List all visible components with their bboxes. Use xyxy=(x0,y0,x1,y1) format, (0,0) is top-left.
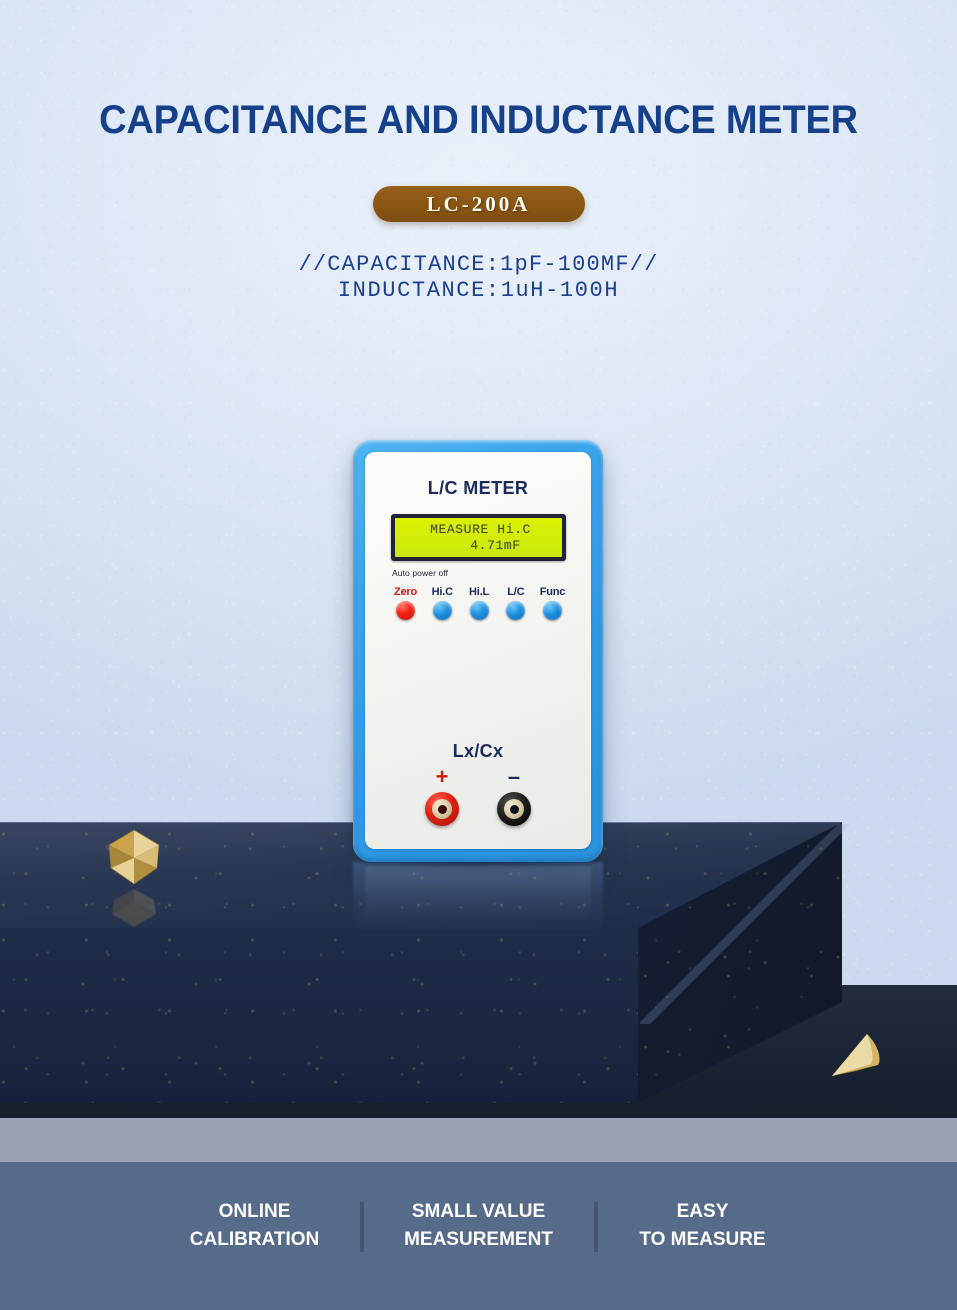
button-zero[interactable]: Zero xyxy=(389,586,422,638)
feature-list: ONLINE CALIBRATION SMALL VALUE MEASUREME… xyxy=(0,1198,957,1254)
button-hi-c-cap[interactable] xyxy=(432,601,452,620)
button-row: Zero Hi.C Hi.L L/C Func xyxy=(389,586,569,638)
button-func[interactable]: Func xyxy=(536,586,569,638)
terminal-polarity-row: + – xyxy=(365,764,591,789)
positive-banana-jack[interactable] xyxy=(425,792,459,826)
button-func-label: Func xyxy=(539,586,566,598)
lcd-line-1: MEASURE Hi.C xyxy=(430,521,531,537)
product-poster: CAPACITANCE AND INDUCTANCE METER LC-200A… xyxy=(0,0,957,1310)
button-zero-label: Zero xyxy=(393,586,418,598)
spec-inductance-range: INDUCTANCE:1uH-100H xyxy=(337,278,620,303)
lcd-line-2: 4.71mF xyxy=(470,537,521,553)
lc-meter-device: L/C METER MEASURE Hi.C 4.71mF Auto power… xyxy=(353,440,603,862)
feature-easy-to-measure-line-2: TO MEASURE xyxy=(639,1229,766,1250)
auto-power-off-label: Auto power off xyxy=(392,568,449,578)
feature-small-value-measurement-line-1: SMALL VALUE xyxy=(411,1201,546,1222)
positive-jack-hole xyxy=(437,804,447,814)
gray-separator-band xyxy=(0,1118,957,1162)
lcd-screen: MEASURE Hi.C 4.71mF xyxy=(395,518,562,557)
button-hi-l-label: Hi.L xyxy=(469,586,489,598)
button-func-cap[interactable] xyxy=(543,601,562,620)
negative-jack-hole xyxy=(509,804,519,814)
button-l-c[interactable]: L/C xyxy=(499,586,532,638)
positive-jack-ring xyxy=(432,799,452,819)
gold-cone-decoration xyxy=(826,1031,884,1079)
model-badge: LC-200A xyxy=(372,186,585,222)
button-hi-l[interactable]: Hi.L xyxy=(463,586,496,638)
feature-easy-to-measure-line-1: EASY xyxy=(676,1201,729,1222)
device-brand-label: L/C METER xyxy=(427,478,529,498)
button-l-c-label: L/C xyxy=(507,586,525,598)
model-badge-label: LC-200A xyxy=(426,191,531,216)
button-l-c-cap[interactable] xyxy=(506,601,526,620)
feature-small-value-measurement: SMALL VALUE MEASUREMENT xyxy=(364,1198,594,1254)
pedestal-corner-highlight xyxy=(640,824,850,1024)
page-title: CAPACITANCE AND INDUCTANCE METER xyxy=(99,98,858,142)
negative-banana-jack[interactable] xyxy=(497,792,531,826)
button-hi-l-cap[interactable] xyxy=(469,601,489,620)
device-reflection-face xyxy=(365,866,591,922)
spec-capacitance-range: //CAPACITANCE:1pF-100MF// xyxy=(298,252,659,277)
pedestal-front-face xyxy=(0,928,642,1103)
spec-text: //CAPACITANCE:1pF-100MF// INDUCTANCE:1uH… xyxy=(0,252,957,304)
button-hi-c[interactable]: Hi.C xyxy=(426,586,459,638)
positive-polarity-symbol: + xyxy=(435,764,449,789)
negative-jack-ring xyxy=(504,799,524,819)
terminal-group-label: Lx/Cx xyxy=(452,741,504,761)
feature-online-calibration-line-2: CALIBRATION xyxy=(189,1229,320,1250)
feature-online-calibration: ONLINE CALIBRATION xyxy=(150,1198,360,1254)
terminal-jack-row xyxy=(365,792,591,826)
feature-easy-to-measure: EASY TO MEASURE xyxy=(598,1198,808,1254)
gold-icosahedron-reflection xyxy=(107,888,161,928)
pedestal-speckle-texture xyxy=(0,928,642,1103)
device-front-panel: L/C METER MEASURE Hi.C 4.71mF Auto power… xyxy=(365,452,591,849)
device-reflection xyxy=(353,862,603,932)
gold-icosahedron-decoration xyxy=(103,828,165,886)
lcd-bezel: MEASURE Hi.C 4.71mF xyxy=(391,514,566,561)
negative-polarity-symbol: – xyxy=(507,764,521,789)
button-hi-c-label: Hi.C xyxy=(431,586,453,598)
feature-online-calibration-line-1: ONLINE xyxy=(218,1201,291,1222)
button-zero-cap[interactable] xyxy=(396,601,415,620)
feature-small-value-measurement-line-2: MEASUREMENT xyxy=(404,1229,553,1250)
